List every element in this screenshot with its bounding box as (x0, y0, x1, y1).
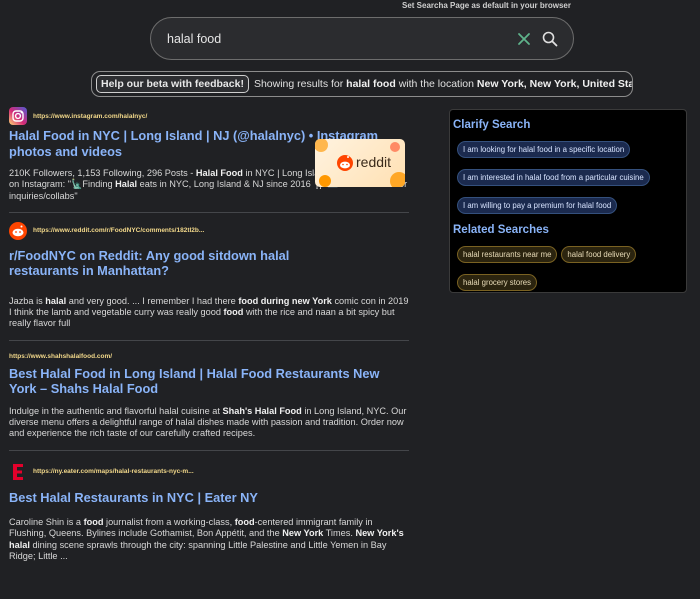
divider (9, 449, 409, 451)
results-middle: with the location (398, 78, 474, 90)
eater-icon (13, 463, 23, 480)
result-title[interactable]: Best Halal Restaurants in NYC | Eater NY (9, 490, 409, 506)
search-result: https://www.shahshalalfood.com/ Best Hal… (9, 351, 409, 451)
result-snippet: Indulge in the authentic and flavorful h… (9, 405, 407, 439)
result-snippet: Caroline Shin is a food journalist from … (9, 517, 404, 562)
results-query: halal food (346, 78, 396, 90)
divider (9, 211, 409, 213)
close-icon[interactable] (515, 30, 533, 48)
result-url[interactable]: https://www.instagram.com/halalnyc/ (33, 113, 147, 120)
divider (9, 339, 409, 341)
clarify-chip[interactable]: I am looking for halal food in a specifi… (457, 141, 631, 158)
search-icon[interactable] (541, 30, 559, 48)
related-chip[interactable]: halal food delivery (561, 246, 637, 263)
result-snippet: Jazba is halal and very good. ... I reme… (9, 295, 409, 329)
result-url[interactable]: https://www.shahshalalfood.com/ (9, 353, 112, 360)
clarify-chip[interactable]: I am willing to pay a premium for halal … (457, 197, 618, 214)
related-chip[interactable]: halal restaurants near me (457, 246, 558, 263)
reddit-thumbnail[interactable]: reddit (315, 139, 405, 187)
result-url[interactable]: https://ny.eater.com/maps/halal-restaura… (33, 468, 194, 475)
search-result: https://ny.eater.com/maps/halal-restaura… (9, 463, 409, 563)
reddit-wordmark: reddit (356, 154, 392, 170)
set-default-link[interactable]: Set Searcha Page as default in your brow… (402, 1, 571, 10)
result-title[interactable]: r/FoodNYC on Reddit: Any good sitdown ha… (9, 248, 294, 279)
clarify-chip[interactable]: I am interested in halal food from a par… (457, 169, 650, 186)
result-url[interactable]: https://www.reddit.com/r/FoodNYC/comment… (33, 227, 204, 234)
result-title[interactable]: Best Halal Food in Long Island | Halal F… (9, 366, 409, 397)
related-chip[interactable]: halal grocery stores (457, 274, 538, 291)
results-prefix: Showing results for (253, 78, 344, 90)
search-result: https://www.reddit.com/r/FoodNYC/comment… (9, 221, 409, 341)
related-heading: Related Searches (453, 224, 549, 236)
beta-feedback-bar: Help our beta with feedback! Showing res… (91, 71, 633, 97)
reddit-icon (9, 221, 27, 240)
clarify-heading: Clarify Search (453, 119, 531, 131)
search-input[interactable] (165, 31, 507, 46)
feedback-button[interactable]: Help our beta with feedback! (96, 75, 249, 93)
side-panel: Clarify Search I am looking for halal fo… (449, 109, 687, 293)
related-chips: halal restaurants near me halal food deli… (453, 244, 686, 300)
results-location: New York, New York, United States (476, 78, 633, 90)
instagram-icon (9, 107, 27, 125)
clarify-chips: I am looking for halal food in a specifi… (453, 139, 686, 223)
search-box (150, 17, 574, 60)
